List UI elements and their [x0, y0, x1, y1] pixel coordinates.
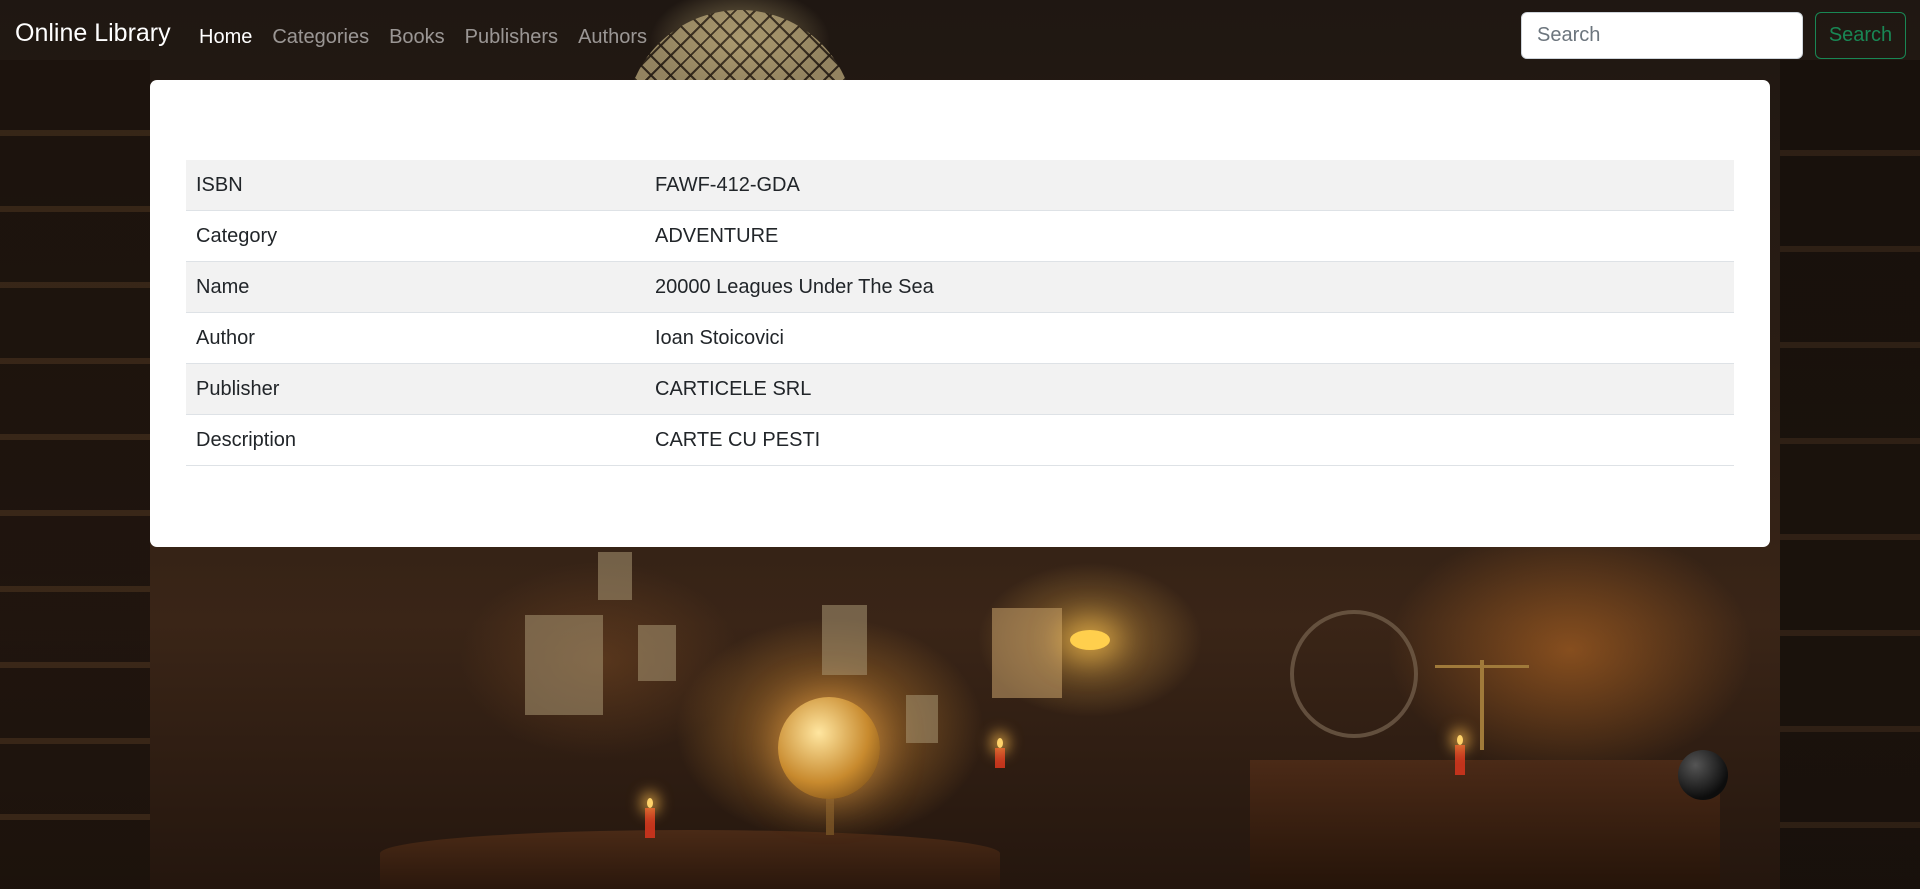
nav-link-publishers[interactable]: Publishers: [465, 24, 558, 50]
candle: [995, 738, 1005, 768]
row-label: ISBN: [186, 160, 645, 211]
globe-stand: [826, 795, 834, 835]
row-value: 20000 Leagues Under The Sea: [645, 261, 1734, 313]
search-input[interactable]: [1521, 12, 1803, 59]
armillary-sphere: [1290, 610, 1418, 738]
balance-scale: [1435, 660, 1529, 750]
search-button[interactable]: Search: [1815, 12, 1906, 59]
row-label: Description: [186, 414, 645, 466]
round-table: [380, 830, 1000, 889]
bookshelf-right: [1780, 60, 1920, 889]
row-label: Author: [186, 312, 645, 364]
table-row-category: Category ADVENTURE: [186, 210, 1734, 262]
bookshelf-left: [0, 60, 150, 889]
candle: [1455, 735, 1465, 775]
navbar: Online Library Home Categories Books Pub…: [0, 0, 1920, 72]
book-details-table: ISBN FAWF-412-GDA Category ADVENTURE Nam…: [186, 160, 1734, 466]
row-label: Category: [186, 210, 645, 262]
pinned-paper: [822, 605, 867, 675]
pinned-paper: [638, 625, 676, 681]
pinned-paper: [598, 552, 632, 600]
row-label: Name: [186, 261, 645, 313]
table-row-description: Description CARTE CU PESTI: [186, 414, 1734, 466]
book-details-card: ISBN FAWF-412-GDA Category ADVENTURE Nam…: [150, 80, 1770, 547]
row-value: FAWF-412-GDA: [645, 160, 1734, 211]
table-row-publisher: Publisher CARTICELE SRL: [186, 363, 1734, 415]
nav-link-categories[interactable]: Categories: [272, 24, 369, 50]
candle: [645, 798, 655, 838]
row-value: Ioan Stoicovici: [645, 312, 1734, 364]
pinned-paper: [992, 608, 1062, 698]
desk-right: [1250, 760, 1720, 889]
nav-link-authors[interactable]: Authors: [578, 24, 647, 50]
nav-link-books[interactable]: Books: [389, 24, 445, 50]
globe: [778, 697, 880, 799]
nav-links: Home Categories Books Publishers Authors: [199, 24, 647, 50]
row-value: CARTICELE SRL: [645, 363, 1734, 415]
lamp-light: [1070, 630, 1110, 650]
table-row-isbn: ISBN FAWF-412-GDA: [186, 160, 1734, 211]
row-label: Publisher: [186, 363, 645, 415]
dark-sphere: [1678, 750, 1728, 800]
table-row-author: Author Ioan Stoicovici: [186, 312, 1734, 364]
pinned-paper: [525, 615, 603, 715]
nav-link-home[interactable]: Home: [199, 24, 252, 50]
row-value: CARTE CU PESTI: [645, 414, 1734, 466]
pinned-paper: [906, 695, 938, 743]
brand-link[interactable]: Online Library: [15, 19, 171, 48]
row-value: ADVENTURE: [645, 210, 1734, 262]
table-row-name: Name 20000 Leagues Under The Sea: [186, 261, 1734, 313]
